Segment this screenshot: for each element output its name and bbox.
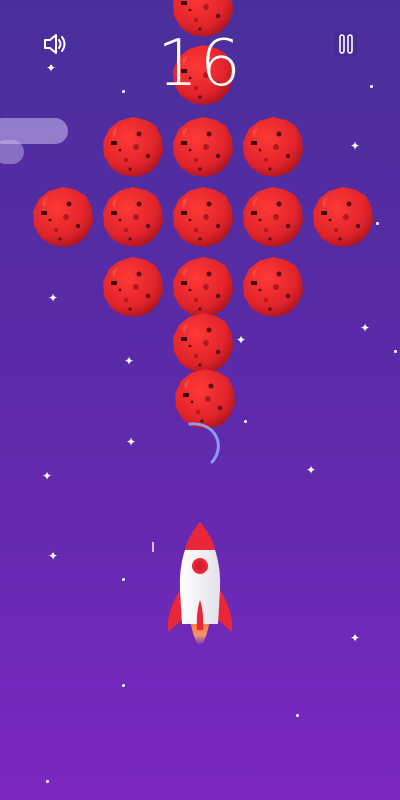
asteroid-field	[0, 0, 400, 800]
asteroid-icon	[170, 114, 236, 180]
orbit-arc	[188, 422, 220, 464]
game-stage[interactable]: ✦ ✦ ✦ ✦ ✦ ✦ ✦ ✦ ✦ ✦ ✦ 16	[0, 0, 400, 800]
asteroid-icon	[310, 184, 376, 250]
rocket-icon[interactable]	[164, 520, 236, 660]
asteroid-icon	[240, 184, 306, 250]
asteroid-icon	[170, 184, 236, 250]
asteroid-icon	[30, 184, 96, 250]
asteroid-icon	[240, 254, 306, 320]
asteroid-icon	[240, 114, 306, 180]
asteroid-icon	[100, 114, 166, 180]
asteroid-icon	[100, 254, 166, 320]
asteroid-icon	[100, 184, 166, 250]
bullet-trail	[152, 542, 154, 552]
score-counter: 16	[157, 27, 243, 101]
